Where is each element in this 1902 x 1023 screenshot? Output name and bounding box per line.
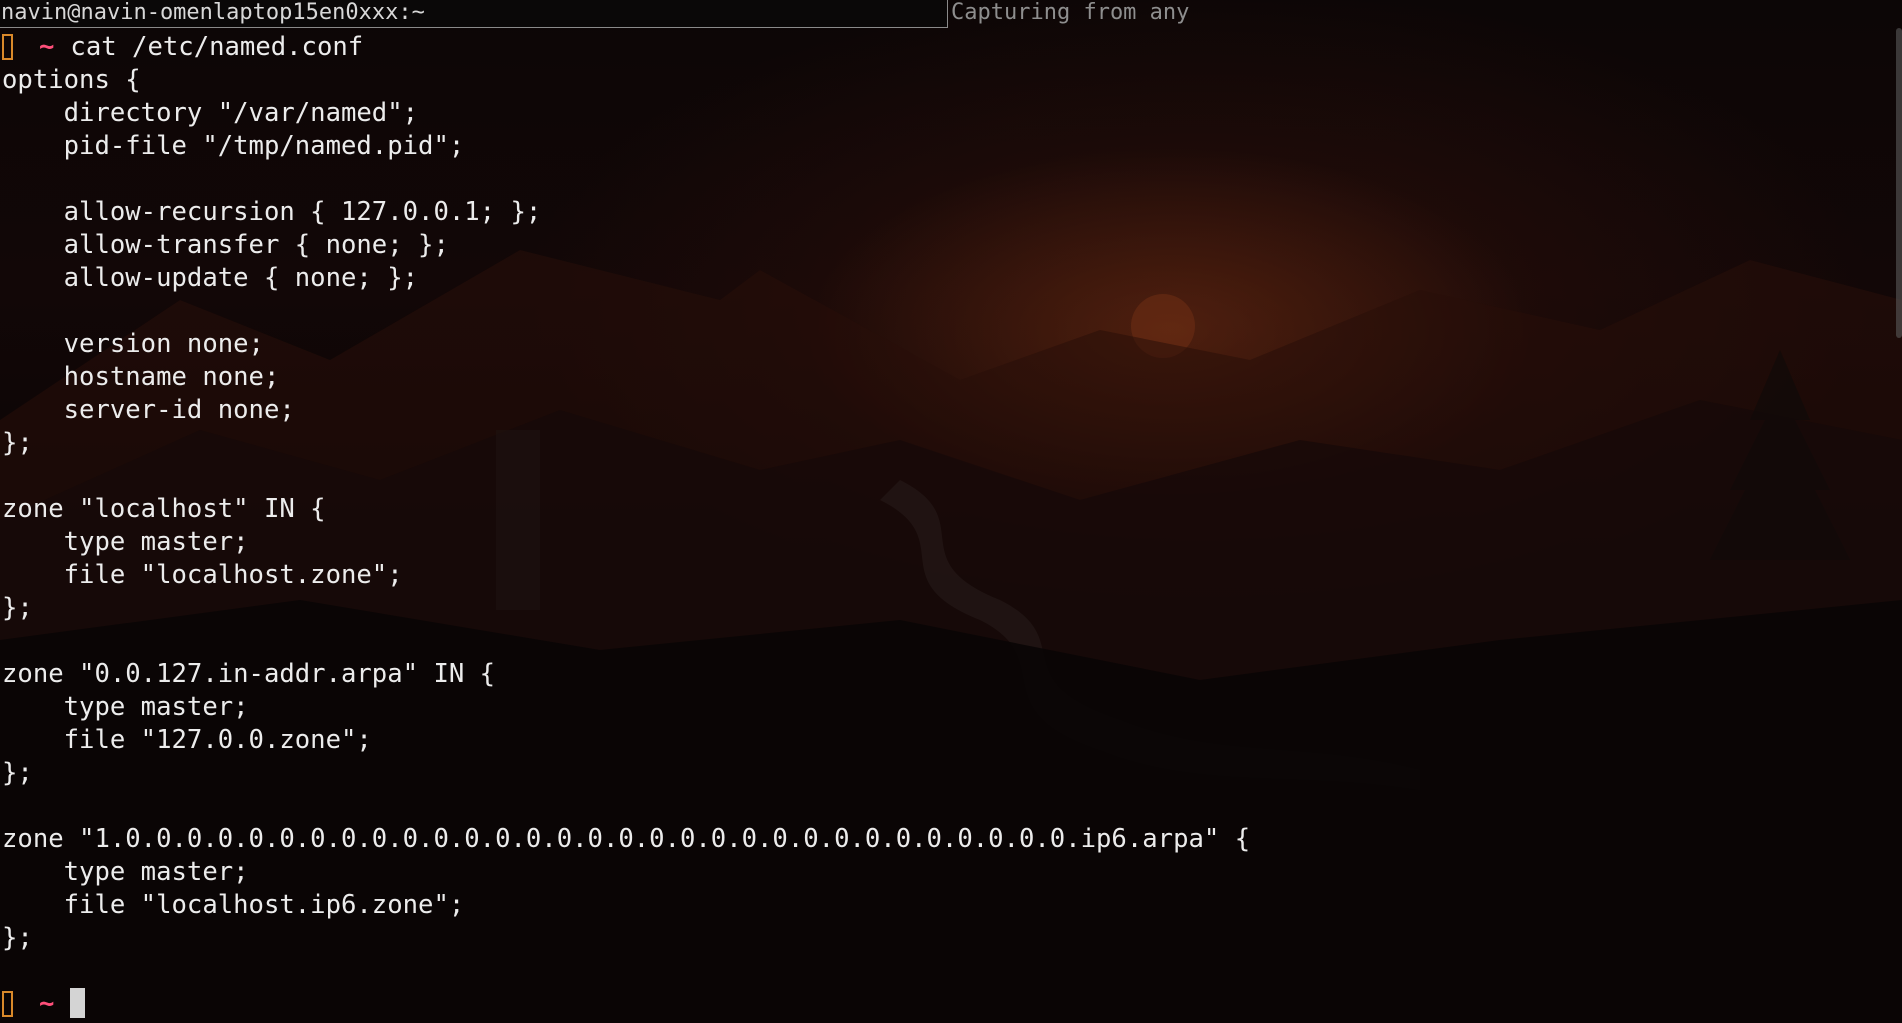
command-line: ~ cat /etc/named.conf — [2, 31, 1882, 64]
output-line: server-id none; — [2, 395, 295, 425]
text-cursor — [70, 988, 86, 1018]
output-line: }; — [2, 593, 33, 623]
command-text: cat /etc/named.conf — [70, 32, 364, 62]
output-line: hostname none; — [2, 362, 280, 392]
output-line: }; — [2, 428, 33, 458]
terminal-output[interactable]: ~ cat /etc/named.conf options { directory… — [2, 31, 1882, 1021]
output-line: file "localhost.zone"; — [2, 560, 403, 590]
prompt-directory: ~ — [39, 989, 55, 1019]
prompt-status-icon — [2, 991, 13, 1017]
terminal-title-tab[interactable]: navin@navin-omenlaptop15en0xxx:~ — [0, 0, 948, 28]
output-line: directory "/var/named"; — [2, 98, 419, 128]
terminal-tab-bar: navin@navin-omenlaptop15en0xxx:~ Capturi… — [0, 0, 1902, 28]
output-line: file "localhost.ip6.zone"; — [2, 890, 465, 920]
output-line: options { — [2, 65, 141, 95]
output-line: zone "0.0.127.in-addr.arpa" IN { — [2, 659, 496, 689]
output-line: file "127.0.0.zone"; — [2, 725, 372, 755]
prompt-status-icon — [2, 34, 13, 60]
capture-status-text: Capturing from any — [951, 0, 1190, 25]
output-line: zone "1.0.0.0.0.0.0.0.0.0.0.0.0.0.0.0.0.… — [2, 824, 1251, 854]
output-line: }; — [2, 923, 33, 953]
output-line: }; — [2, 758, 33, 788]
output-line: pid-file "/tmp/named.pid"; — [2, 131, 465, 161]
output-line: type master; — [2, 692, 249, 722]
output-line: zone "localhost" IN { — [2, 494, 326, 524]
prompt-directory: ~ — [39, 32, 55, 62]
output-line: allow-transfer { none; }; — [2, 230, 449, 260]
terminal-scrollbar[interactable] — [1896, 28, 1902, 1023]
output-line: allow-recursion { 127.0.0.1; }; — [2, 197, 542, 227]
output-line: version none; — [2, 329, 264, 359]
output-line: allow-update { none; }; — [2, 263, 419, 293]
input-prompt-line[interactable]: ~ — [2, 988, 1882, 1021]
output-line: type master; — [2, 857, 249, 887]
output-line: type master; — [2, 527, 249, 557]
scrollbar-thumb[interactable] — [1896, 28, 1902, 338]
